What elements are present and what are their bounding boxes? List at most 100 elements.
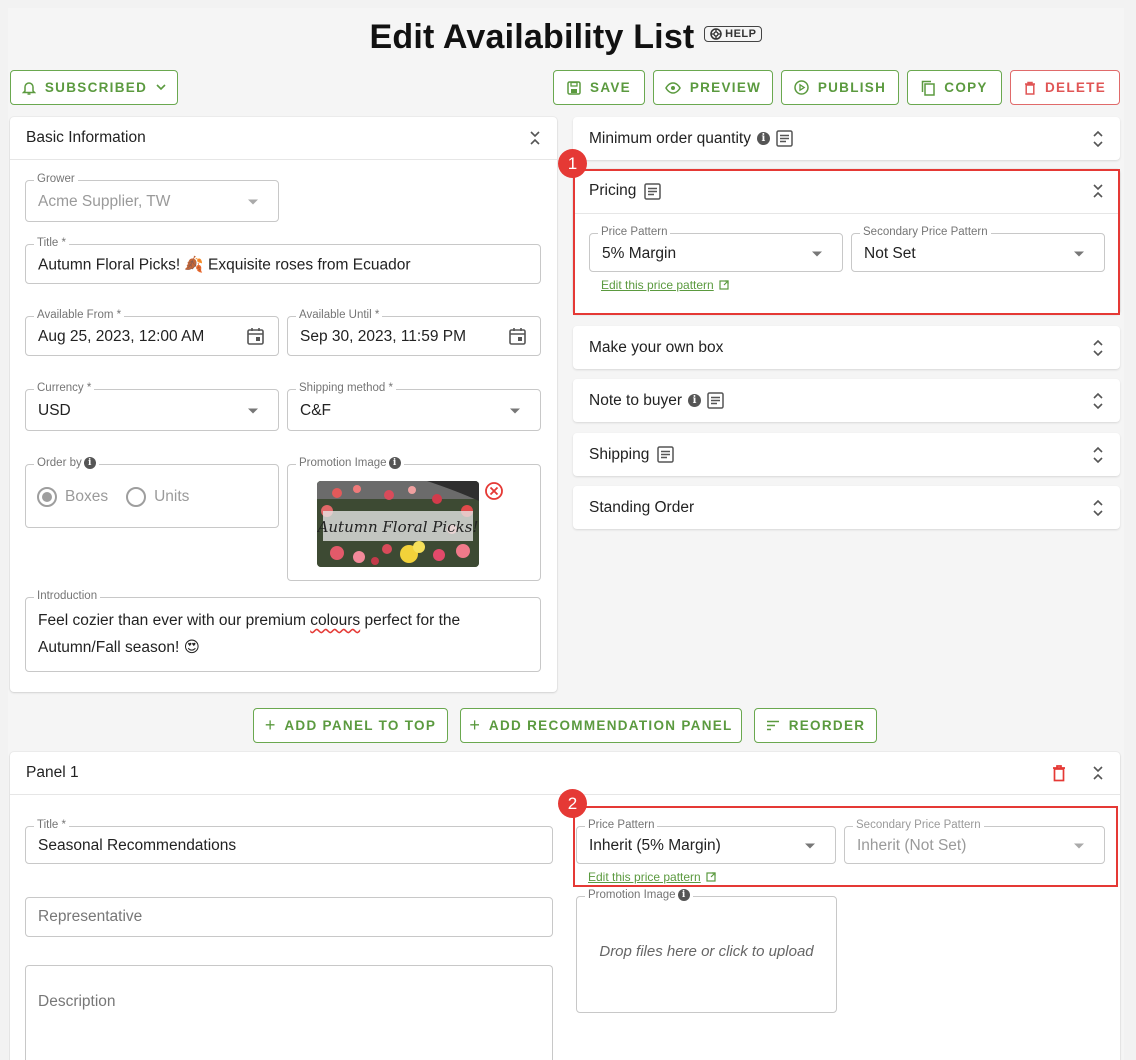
- calendar-icon[interactable]: [247, 327, 264, 345]
- representative-input[interactable]: Representative: [25, 897, 553, 937]
- floppy-disk-icon: [567, 80, 581, 95]
- panel-promotion-image-dropzone[interactable]: Promotion Image i Drop files here or clic…: [576, 889, 837, 1013]
- copy-button[interactable]: COPY: [907, 70, 1002, 105]
- min-order-quantity-panel[interactable]: Minimum order quantity i: [573, 117, 1120, 160]
- order-by-options: Boxes Units: [37, 487, 189, 507]
- info-icon[interactable]: i: [83, 457, 96, 469]
- preview-label: PREVIEW: [689, 80, 762, 95]
- dropdown-arrow-icon: [510, 408, 520, 414]
- panel-title-input[interactable]: Title * Seasonal Recommendations: [25, 819, 553, 864]
- subscribed-button[interactable]: SUBSCRIBED: [10, 70, 178, 105]
- page-title: Edit Availability List: [369, 18, 695, 56]
- dropzone-text: Drop files here or click to upload: [599, 943, 814, 960]
- order-by-label-text: Order by: [37, 457, 82, 469]
- panel-1-header[interactable]: Panel 1: [10, 752, 1120, 795]
- play-circle-icon: [794, 80, 809, 95]
- promotion-image-label-text: Promotion Image: [299, 457, 387, 469]
- help-button[interactable]: HELP: [704, 26, 763, 43]
- annotation-badge-1: 1: [558, 149, 587, 178]
- min-order-quantity-title: Minimum order quantity: [589, 129, 751, 147]
- notes-icon: [776, 130, 793, 147]
- publish-label: PUBLISH: [817, 80, 887, 95]
- note-to-buyer-title: Note to buyer: [589, 391, 683, 409]
- standing-order-panel[interactable]: Standing Order: [573, 486, 1120, 529]
- radio-units[interactable]: [126, 487, 147, 507]
- save-label: SAVE: [590, 80, 631, 95]
- expand-icon[interactable]: [1092, 339, 1104, 357]
- expand-icon[interactable]: [1092, 499, 1104, 517]
- description-placeholder: Description: [38, 993, 116, 1010]
- dropdown-arrow-icon: [248, 408, 258, 414]
- info-icon[interactable]: i: [688, 394, 702, 407]
- shipping-panel[interactable]: Shipping: [573, 433, 1120, 476]
- available-until-label: Available Until *: [296, 309, 383, 321]
- info-icon[interactable]: i: [756, 132, 770, 145]
- title-input[interactable]: Title * Autumn Floral Picks! 🍂 Exquisite…: [25, 237, 541, 284]
- trash-icon[interactable]: [1052, 764, 1066, 782]
- info-icon[interactable]: i: [677, 889, 690, 901]
- copy-label: COPY: [944, 80, 988, 95]
- page: Edit Availability List HELP SUBSCRIBED S…: [8, 8, 1124, 1060]
- save-button[interactable]: SAVE: [553, 70, 645, 105]
- sort-icon: [766, 720, 779, 731]
- plus-icon: +: [264, 715, 276, 735]
- title-value: Autumn Floral Picks! 🍂 Exquisite roses f…: [38, 256, 411, 274]
- help-label: HELP: [725, 28, 757, 41]
- introduction-textarea[interactable]: Introduction Feel cozier than ever with …: [25, 590, 541, 672]
- delete-label: DELETE: [1044, 80, 1107, 95]
- notes-icon: [657, 446, 675, 463]
- grower-select[interactable]: Grower Acme Supplier, TW: [25, 173, 279, 222]
- add-recommendation-panel-button[interactable]: + ADD RECOMMENDATION PANEL: [460, 708, 742, 743]
- available-from-input[interactable]: Available From * Aug 25, 2023, 12:00 AM: [25, 309, 279, 356]
- available-until-input[interactable]: Available Until * Sep 30, 2023, 11:59 PM: [287, 309, 541, 356]
- bell-icon: [21, 81, 36, 95]
- expand-icon[interactable]: [1092, 446, 1104, 464]
- description-textarea[interactable]: Description: [25, 965, 553, 1060]
- order-by-group: Order by i Boxes Units: [25, 457, 279, 528]
- introduction-text: Feel cozier than ever with our premium c…: [38, 607, 460, 661]
- note-to-buyer-panel[interactable]: Note to buyer i: [573, 379, 1120, 422]
- standing-order-title: Standing Order: [589, 498, 695, 516]
- publish-button[interactable]: PUBLISH: [781, 70, 899, 105]
- introduction-line-1: Feel cozier than ever with our premium c…: [38, 607, 460, 634]
- collapse-icon[interactable]: [1092, 765, 1104, 781]
- grower-value: Acme Supplier, TW: [38, 192, 171, 210]
- plus-icon: +: [469, 715, 480, 735]
- add-panel-to-top-label: ADD PANEL TO TOP: [284, 718, 437, 733]
- currency-value: USD: [38, 401, 71, 419]
- add-panel-to-top-button[interactable]: + ADD PANEL TO TOP: [253, 708, 448, 743]
- reorder-button[interactable]: REORDER: [754, 708, 877, 743]
- promotion-image-label: Promotion Image i: [296, 457, 404, 469]
- annotation-box-2: [573, 806, 1118, 887]
- misspelled-word: colours: [310, 612, 361, 629]
- info-icon[interactable]: i: [388, 457, 401, 469]
- collapse-icon[interactable]: [529, 130, 541, 146]
- introduction-line-2: Autumn/Fall season! 😍: [38, 639, 200, 656]
- introduction-text-part: perfect for the: [360, 612, 461, 629]
- basic-information-header[interactable]: Basic Information: [10, 117, 557, 160]
- shipping-method-select[interactable]: Shipping method * C&F: [287, 382, 541, 431]
- chevron-down-icon: [156, 84, 166, 91]
- expand-icon[interactable]: [1092, 392, 1104, 410]
- available-until-value: Sep 30, 2023, 11:59 PM: [300, 327, 467, 345]
- remove-image-icon[interactable]: [484, 481, 504, 501]
- preview-button[interactable]: PREVIEW: [653, 70, 773, 105]
- promotion-image-thumbnail[interactable]: Autumn Floral Picks!: [317, 481, 479, 567]
- delete-button[interactable]: DELETE: [1010, 70, 1120, 105]
- currency-select[interactable]: Currency * USD: [25, 382, 279, 431]
- notes-icon: [707, 392, 724, 409]
- calendar-icon[interactable]: [509, 327, 526, 345]
- lifebuoy-icon: [710, 28, 722, 40]
- radio-units-label: Units: [154, 488, 190, 505]
- panel-title-value: Seasonal Recommendations: [38, 836, 237, 854]
- add-recommendation-panel-label: ADD RECOMMENDATION PANEL: [488, 718, 733, 733]
- available-from-label: Available From *: [34, 309, 125, 321]
- make-your-own-box-title: Make your own box: [589, 338, 724, 356]
- expand-icon[interactable]: [1092, 130, 1104, 148]
- dropdown-arrow-icon: [248, 199, 258, 205]
- eye-icon: [664, 81, 681, 94]
- radio-boxes-label: Boxes: [65, 488, 109, 505]
- radio-boxes[interactable]: [37, 487, 57, 507]
- make-your-own-box-panel[interactable]: Make your own box: [573, 326, 1120, 369]
- panel-title-label: Title *: [34, 819, 69, 831]
